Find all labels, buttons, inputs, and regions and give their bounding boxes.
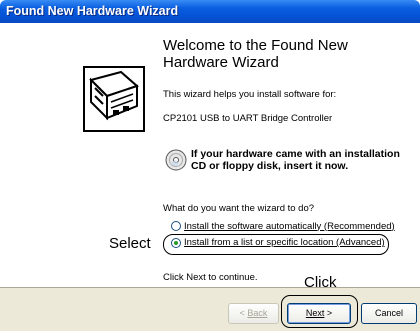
select-highlight-outline <box>163 234 389 255</box>
back-button[interactable]: < Back <box>228 303 279 324</box>
cd-disk-icon <box>165 149 187 171</box>
cd-prompt: If your hardware came with an installati… <box>191 148 400 172</box>
cancel-button[interactable]: Cancel <box>361 303 417 324</box>
click-highlight-outline <box>281 295 358 328</box>
radio-auto[interactable] <box>171 221 181 231</box>
option-auto-label: Install the software automatically (Reco… <box>184 221 395 231</box>
page-heading: Welcome to the Found New Hardware Wizard <box>163 37 348 71</box>
question-text: What do you want the wizard to do? <box>163 203 315 214</box>
hardware-card-icon <box>83 66 145 132</box>
wizard-window: Found New Hardware Wizard Welcome to the… <box>0 0 420 331</box>
option-auto-install[interactable]: Install the software automatically (Reco… <box>171 221 395 231</box>
continue-text: Click Next to continue. <box>163 272 258 283</box>
select-annotation: Select <box>109 235 151 252</box>
window-title: Found New Hardware Wizard <box>6 4 179 18</box>
title-bar[interactable]: Found New Hardware Wizard <box>0 0 420 23</box>
device-name: CP2101 USB to UART Bridge Controller <box>163 113 333 124</box>
intro-text: This wizard helps you install software f… <box>163 89 337 100</box>
